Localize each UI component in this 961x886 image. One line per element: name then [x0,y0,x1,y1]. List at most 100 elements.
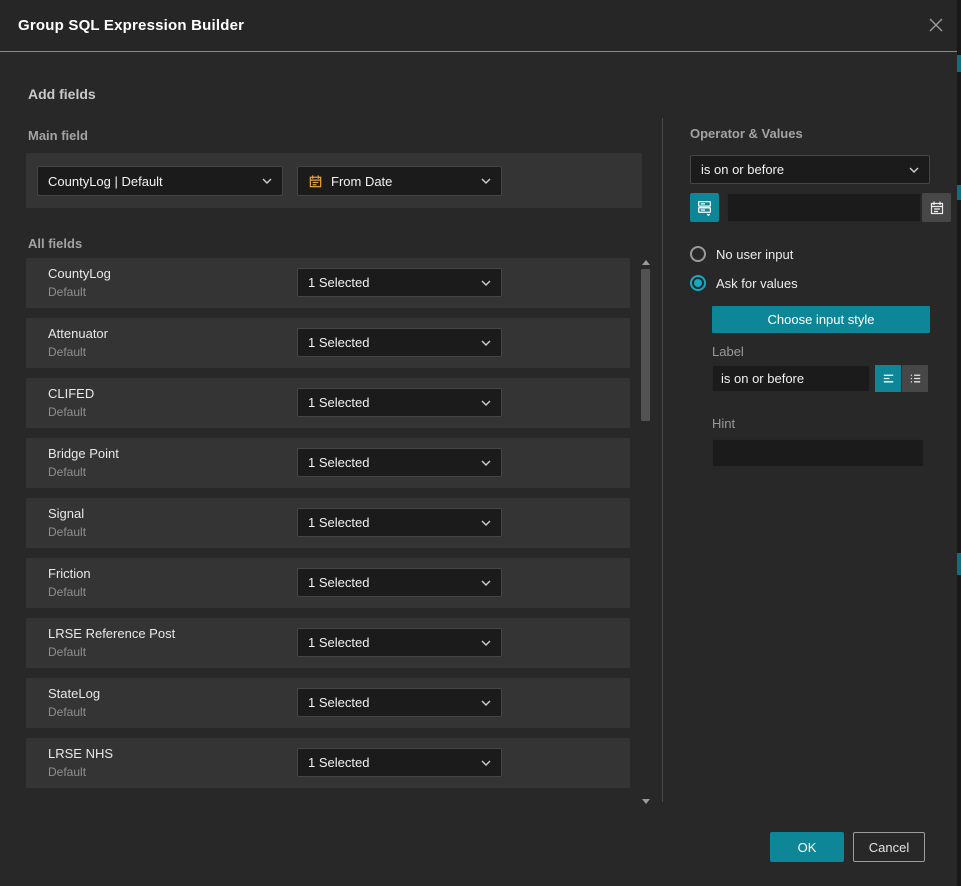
field-row: Signal Default 1 Selected [26,498,630,548]
field-selected-value: 1 Selected [308,395,473,410]
radio-no-user-input[interactable]: No user input [690,246,930,262]
chevron-down-icon [481,460,491,466]
choose-input-style-button[interactable]: Choose input style [712,306,930,333]
chevron-down-icon [481,580,491,586]
chevron-down-icon [481,280,491,286]
field-subtitle: Default [48,645,86,659]
hint-input[interactable] [712,439,924,467]
field-subtitle: Default [48,585,86,599]
chevron-down-icon [481,178,491,184]
field-subtitle: Default [48,285,86,299]
operator-values-heading: Operator & Values [690,126,930,141]
field-selected-value: 1 Selected [308,755,473,770]
all-fields-heading: All fields [28,236,82,251]
label-input[interactable] [712,365,870,392]
main-field-box: CountyLog | Default From Date [26,153,642,208]
radio-no-user-input-label: No user input [716,247,793,262]
label-row [712,365,930,392]
ok-button[interactable]: OK [770,832,844,862]
main-field-source-dropdown[interactable]: CountyLog | Default [37,166,283,196]
field-row: LRSE Reference Post Default 1 Selected [26,618,630,668]
field-name: Friction [48,566,91,581]
single-line-style-icon[interactable] [875,365,901,392]
field-selected-value: 1 Selected [308,455,473,470]
main-field-source-value: CountyLog | Default [48,174,254,189]
field-selected-dropdown[interactable]: 1 Selected [297,448,502,477]
field-row: Attenuator Default 1 Selected [26,318,630,368]
value-date-input[interactable] [727,193,921,222]
field-selected-dropdown[interactable]: 1 Selected [297,748,502,777]
field-selected-dropdown[interactable]: 1 Selected [297,688,502,717]
field-name: CLIFED [48,386,94,401]
field-row: CLIFED Default 1 Selected [26,378,630,428]
field-selected-value: 1 Selected [308,275,473,290]
field-selected-value: 1 Selected [308,695,473,710]
list-scrollbar[interactable] [639,258,653,806]
value-input-row [690,193,930,222]
field-name: LRSE Reference Post [48,626,175,641]
chevron-down-icon [481,400,491,406]
chevron-down-icon [481,340,491,346]
field-name: Signal [48,506,84,521]
list-style-icon[interactable] [902,365,928,392]
dialog-header: Group SQL Expression Builder [0,0,961,52]
input-mode-button[interactable] [690,193,719,222]
field-name: CountyLog [48,266,111,281]
field-selected-dropdown[interactable]: 1 Selected [297,388,502,417]
field-name: LRSE NHS [48,746,113,761]
chevron-down-icon [481,700,491,706]
field-row: Bridge Point Default 1 Selected [26,438,630,488]
field-subtitle: Default [48,765,86,779]
chevron-down-icon [909,167,919,173]
panel-divider [662,118,663,802]
field-subtitle: Default [48,405,86,419]
chevron-down-icon [262,178,272,184]
field-subtitle: Default [48,525,86,539]
chevron-down-icon [481,640,491,646]
operator-values-panel: Operator & Values is on or before [690,120,930,467]
hint-caption: Hint [712,416,930,431]
field-row: LRSE NHS Default 1 Selected [26,738,630,788]
chevron-down-icon [481,520,491,526]
edge-accent-mark [957,553,961,575]
label-caption: Label [712,344,930,359]
field-selected-value: 1 Selected [308,515,473,530]
radio-icon[interactable] [690,246,706,262]
field-selected-dropdown[interactable]: 1 Selected [297,628,502,657]
dialog-title: Group SQL Expression Builder [18,17,244,34]
main-field-heading: Main field [28,128,88,143]
background-app-edge [957,0,961,886]
operator-dropdown[interactable]: is on or before [690,155,930,184]
radio-ask-for-values[interactable]: Ask for values [690,275,930,291]
field-subtitle: Default [48,705,86,719]
scroll-up-icon[interactable] [642,260,650,265]
field-selected-dropdown[interactable]: 1 Selected [297,568,502,597]
field-selected-dropdown[interactable]: 1 Selected [297,328,502,357]
main-field-field-dropdown[interactable]: From Date [297,166,502,196]
field-row: Friction Default 1 Selected [26,558,630,608]
user-input-radio-group: No user input Ask for values [690,246,930,291]
add-fields-heading: Add fields [28,86,96,102]
cancel-button[interactable]: Cancel [853,832,925,862]
field-row: CountyLog Default 1 Selected [26,258,630,308]
field-selected-dropdown[interactable]: 1 Selected [297,268,502,297]
scroll-down-icon[interactable] [642,799,650,804]
radio-checked-icon[interactable] [690,275,706,291]
calendar-picker-button[interactable] [922,193,951,222]
close-icon[interactable] [925,14,947,36]
radio-ask-for-values-label: Ask for values [716,276,798,291]
field-name: Attenuator [48,326,108,341]
field-selected-value: 1 Selected [308,635,473,650]
edge-accent-mark [957,55,961,72]
chevron-down-icon [481,760,491,766]
field-selected-dropdown[interactable]: 1 Selected [297,508,502,537]
field-selected-value: 1 Selected [308,335,473,350]
field-name: Bridge Point [48,446,119,461]
operator-value: is on or before [701,162,901,177]
field-subtitle: Default [48,465,86,479]
main-field-field-value: From Date [331,174,473,189]
scrollbar-thumb[interactable] [641,269,650,421]
group-sql-expression-builder-dialog: Group SQL Expression Builder Add fields … [0,0,961,886]
field-row: StateLog Default 1 Selected [26,678,630,728]
all-fields-list: CountyLog Default 1 Selected Attenuator … [26,258,630,798]
